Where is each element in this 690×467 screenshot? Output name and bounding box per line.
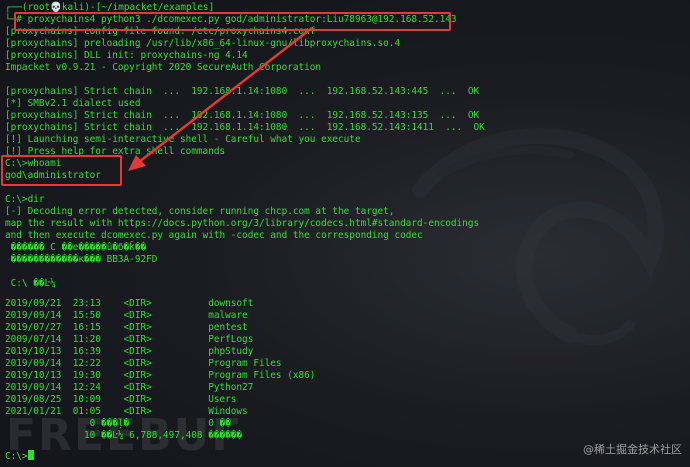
juejin-watermark: @稀土掘金技术社区	[583, 443, 682, 456]
terminal-window[interactable]: FREEBUF ┌──(root💀kali)-[~/impacket/examp…	[0, 0, 690, 467]
annotation-arrow	[128, 27, 313, 171]
